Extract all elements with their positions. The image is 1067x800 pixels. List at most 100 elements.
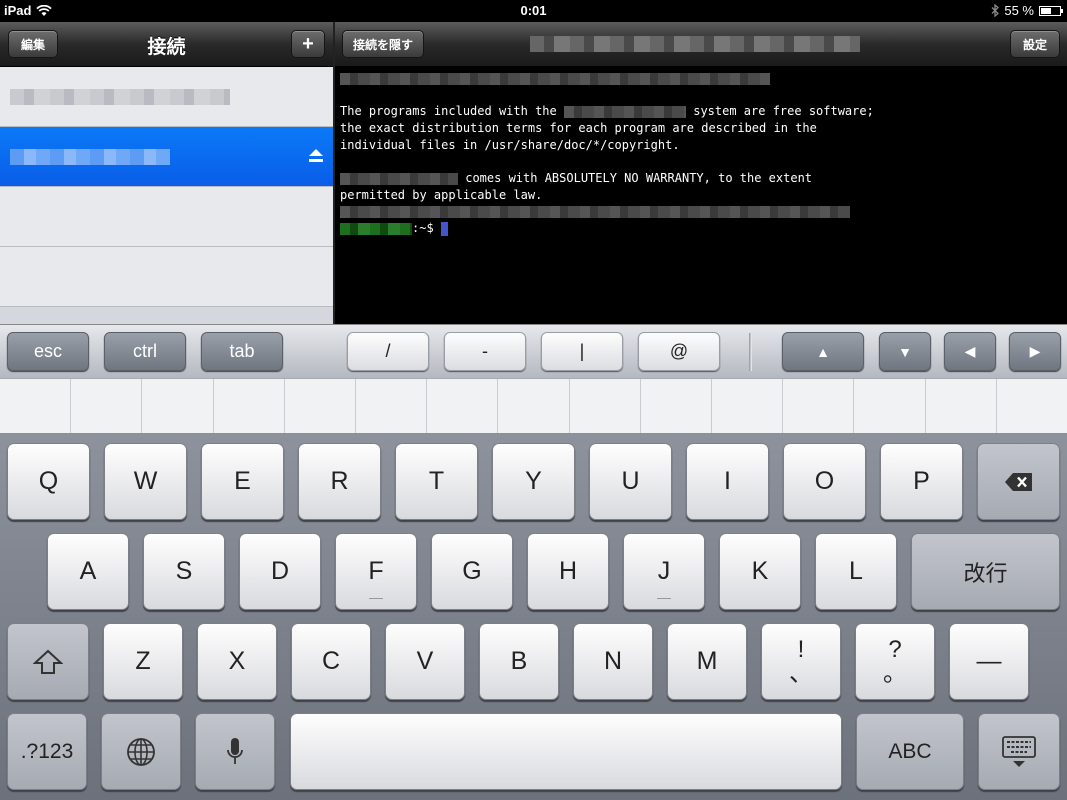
key-x[interactable]: X: [197, 623, 277, 700]
candidate-cell[interactable]: [71, 379, 143, 433]
candidate-cell[interactable]: [926, 379, 997, 433]
connection-item-selected[interactable]: [0, 127, 333, 187]
candidate-cell[interactable]: [0, 379, 72, 433]
pipe-key[interactable]: |: [541, 332, 623, 371]
redacted-host: [10, 89, 230, 105]
key-m[interactable]: M: [667, 623, 747, 700]
return-key[interactable]: 改行: [911, 533, 1060, 610]
candidate-cell[interactable]: [641, 379, 713, 433]
candidate-cell[interactable]: [285, 379, 357, 433]
key-label-bottom: 。: [883, 659, 907, 687]
key-t[interactable]: T: [395, 443, 478, 520]
key-v[interactable]: V: [385, 623, 465, 700]
key-label-top: !: [797, 635, 805, 663]
clock: 0:01: [520, 3, 547, 18]
candidate-cell[interactable]: [783, 379, 855, 433]
accessory-bar: esc ctrl tab / - | @ ▲ ▼ ◀ ▶: [0, 324, 1067, 378]
key-u[interactable]: U: [589, 443, 672, 520]
candidate-cell[interactable]: [498, 379, 570, 433]
terminal-line: system are free software;: [693, 104, 874, 119]
terminal-line: individual files in /usr/share/doc/*/cop…: [340, 137, 680, 152]
key-s[interactable]: S: [143, 533, 225, 610]
key-y[interactable]: Y: [492, 443, 575, 520]
key-c[interactable]: C: [291, 623, 371, 700]
add-connection-button[interactable]: +: [291, 30, 325, 58]
key-f[interactable]: F: [335, 533, 417, 610]
key-l[interactable]: L: [815, 533, 897, 610]
microphone-icon: [227, 737, 243, 764]
key-k[interactable]: K: [719, 533, 801, 610]
candidate-cell[interactable]: [427, 379, 499, 433]
key-o[interactable]: O: [783, 443, 866, 520]
candidate-bar: [0, 378, 1067, 434]
terminal-line: comes with ABSOLUTELY NO WARRANTY, to th…: [465, 171, 813, 186]
redacted-host: [10, 149, 170, 165]
empty-row: [0, 187, 333, 247]
key-exclaim-comma[interactable]: !、: [761, 623, 841, 700]
key-g[interactable]: G: [431, 533, 513, 610]
home-marker: [657, 598, 671, 599]
globe-key[interactable]: [101, 713, 181, 790]
arrow-right-key[interactable]: ▶: [1009, 332, 1061, 371]
connection-item[interactable]: [0, 67, 333, 127]
terminal-line: The programs included with the: [340, 104, 557, 119]
candidate-cell[interactable]: [712, 379, 784, 433]
prompt: :~$: [412, 221, 434, 236]
hide-connections-button[interactable]: 接続を隠す: [342, 30, 424, 58]
at-key[interactable]: @: [638, 332, 720, 371]
candidate-cell[interactable]: [570, 379, 641, 433]
connections-pane: 編集 接続 +: [0, 22, 333, 324]
candidate-cell[interactable]: [214, 379, 285, 433]
key-j[interactable]: J: [623, 533, 705, 610]
slash-key[interactable]: /: [347, 332, 429, 371]
redacted-user: [340, 222, 412, 235]
eject-icon[interactable]: [309, 149, 323, 163]
space-key[interactable]: [290, 713, 842, 790]
key-question-period[interactable]: ?。: [855, 623, 935, 700]
key-label-top: ?: [888, 635, 902, 663]
terminal-output[interactable]: The programs included with the system ar…: [340, 70, 1060, 237]
terminal-line: the exact distribution terms for each pr…: [340, 121, 817, 136]
delete-icon: [1004, 472, 1032, 491]
dictation-key[interactable]: [195, 713, 275, 790]
dismiss-keyboard-key[interactable]: [978, 713, 1060, 790]
candidate-cell[interactable]: [854, 379, 926, 433]
accessory-separator: [749, 333, 752, 371]
candidate-cell[interactable]: [356, 379, 428, 433]
key-e[interactable]: E: [201, 443, 284, 520]
shift-key[interactable]: [7, 623, 89, 700]
redacted-text: [340, 206, 850, 219]
settings-button[interactable]: 設定: [1010, 30, 1060, 58]
key-q[interactable]: Q: [7, 443, 90, 520]
key-p[interactable]: P: [880, 443, 963, 520]
key-w[interactable]: W: [104, 443, 187, 520]
key-n[interactable]: N: [573, 623, 653, 700]
ctrl-key[interactable]: ctrl: [104, 332, 186, 371]
esc-key[interactable]: esc: [7, 332, 89, 371]
key-r[interactable]: R: [298, 443, 381, 520]
tab-key[interactable]: tab: [201, 332, 283, 371]
backspace-key[interactable]: [977, 443, 1060, 520]
terminal-line: permitted by applicable law.: [340, 187, 543, 202]
dash-key[interactable]: -: [444, 332, 526, 371]
keyboard: Q W E R T Y U I O P A S D F G H J K L 改行…: [0, 434, 1067, 800]
arrow-down-key[interactable]: ▼: [879, 332, 931, 371]
candidate-cell[interactable]: [142, 379, 214, 433]
key-z[interactable]: Z: [103, 623, 183, 700]
key-b[interactable]: B: [479, 623, 559, 700]
key-d[interactable]: D: [239, 533, 321, 610]
arrow-left-key[interactable]: ◀: [944, 332, 996, 371]
arrow-up-key[interactable]: ▲: [782, 332, 864, 371]
key-i[interactable]: I: [686, 443, 769, 520]
key-long-dash[interactable]: —: [949, 623, 1029, 700]
numbers-key[interactable]: .?123: [7, 713, 87, 790]
key-a[interactable]: A: [47, 533, 129, 610]
keyboard-hide-icon: [1002, 735, 1036, 767]
redacted-text: [340, 172, 458, 185]
connections-navbar: 編集 接続 +: [0, 22, 333, 67]
key-h[interactable]: H: [527, 533, 609, 610]
candidate-cell[interactable]: [997, 379, 1067, 433]
key-label: J: [657, 557, 671, 585]
abc-key[interactable]: ABC: [856, 713, 964, 790]
bluetooth-icon: [991, 4, 1000, 17]
